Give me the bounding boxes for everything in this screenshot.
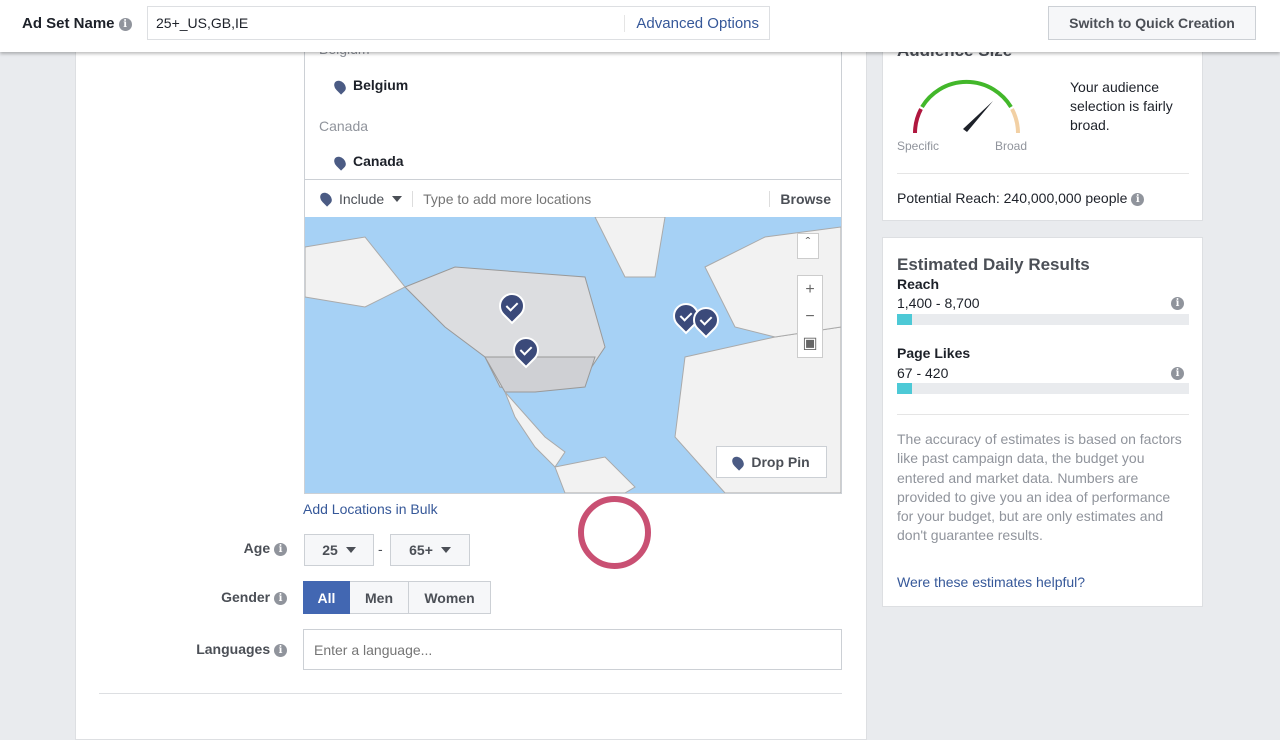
page-likes-bar-fill	[897, 383, 912, 394]
location-item-belgium[interactable]: Belgium	[331, 77, 409, 95]
map[interactable]: ˆ + − ▣ Drop Pin	[305, 217, 841, 493]
potential-reach: Potential Reach: 240,000,000 people i	[897, 190, 1145, 206]
estimates-disclaimer: The accuracy of estimates is based on fa…	[897, 431, 1182, 544]
include-dropdown[interactable]: Include	[305, 190, 414, 207]
chevron-down-icon	[440, 547, 451, 553]
top-bar: Ad Set Name i Advanced Options Switch to…	[0, 0, 1280, 52]
pin-icon	[317, 190, 335, 207]
recenter-icon[interactable]: ▣	[798, 330, 822, 357]
audience-gauge	[913, 79, 1020, 134]
location-list: Belgium Belgium Canada Canada Include Br…	[304, 40, 842, 494]
age-separator: -	[378, 541, 383, 557]
gauge-specific-label: Specific	[897, 139, 940, 153]
gender-label: Gender i	[87, 589, 287, 605]
browse-button[interactable]: Browse	[769, 190, 841, 207]
age-min-dropdown[interactable]: 25	[304, 534, 374, 566]
reach-value: 1,400 - 8,700	[897, 295, 980, 311]
gender-all-button[interactable]: All	[303, 581, 350, 614]
collapse-icon[interactable]: ˆ	[798, 234, 818, 258]
reach-bar	[897, 314, 1189, 325]
reach-bar-fill	[897, 314, 912, 325]
age-label: Age i	[87, 540, 287, 556]
info-icon[interactable]: i	[1171, 297, 1184, 310]
ad-set-name-label: Ad Set Name i	[22, 15, 132, 32]
switch-quick-creation-button[interactable]: Switch to Quick Creation	[1048, 6, 1256, 40]
drop-pin-button[interactable]: Drop Pin	[716, 446, 827, 478]
gender-women-button[interactable]: Women	[409, 581, 491, 614]
info-icon[interactable]: i	[274, 591, 287, 605]
include-label: Include	[339, 190, 385, 207]
gauge-broad-label: Broad	[995, 139, 1028, 153]
location-item-canada[interactable]: Canada	[331, 153, 404, 171]
reach-label: Reach	[897, 276, 940, 292]
location-input-row: Include Browse	[305, 179, 841, 217]
pin-icon	[331, 154, 349, 171]
add-locations-bulk-link[interactable]: Add Locations in Bulk	[303, 501, 438, 517]
info-icon[interactable]: i	[118, 17, 132, 31]
languages-input[interactable]	[303, 629, 842, 670]
advanced-options-link[interactable]: Advanced Options	[624, 14, 769, 32]
page-likes-bar	[897, 383, 1189, 394]
languages-label: Languages i	[87, 641, 287, 657]
chevron-down-icon	[392, 195, 403, 202]
gender-men-button[interactable]: Men	[350, 581, 409, 614]
info-icon[interactable]: i	[274, 542, 287, 556]
chevron-down-icon	[345, 547, 356, 553]
drop-pin-label: Drop Pin	[751, 454, 810, 470]
estimates-title: Estimated Daily Results	[897, 255, 1090, 274]
info-icon[interactable]: i	[274, 643, 287, 657]
location-group-label: Canada	[319, 118, 369, 134]
estimates-helpful-link[interactable]: Were these estimates helpful?	[897, 574, 1085, 590]
click-indicator	[578, 496, 651, 569]
map-zoom-controls: ˆ	[797, 233, 819, 259]
ad-set-name-field: Advanced Options	[147, 6, 770, 40]
page-likes-value: 67 - 420	[897, 365, 949, 381]
pin-icon	[730, 453, 747, 471]
location-search-input[interactable]	[413, 190, 770, 207]
location-name: Belgium	[353, 77, 409, 93]
info-icon[interactable]: i	[1131, 192, 1145, 206]
pin-icon	[331, 78, 349, 95]
divider	[897, 173, 1189, 174]
audience-description: Your audience selection is fairly broad.	[1070, 79, 1173, 133]
age-max-dropdown[interactable]: 65+	[390, 534, 470, 566]
divider	[897, 414, 1189, 415]
zoom-in-icon[interactable]: +	[798, 276, 822, 303]
info-icon[interactable]: i	[1171, 367, 1184, 380]
page-likes-label: Page Likes	[897, 345, 971, 361]
map-zoom-buttons: + − ▣	[797, 275, 823, 358]
estimated-results-card: Estimated Daily Results Reach 1,400 - 8,…	[882, 237, 1203, 607]
divider	[99, 693, 842, 694]
location-name: Canada	[353, 153, 404, 169]
gender-toggle: All Men Women	[303, 581, 491, 614]
ad-set-name-input[interactable]	[148, 15, 625, 31]
zoom-out-icon[interactable]: −	[798, 303, 822, 330]
